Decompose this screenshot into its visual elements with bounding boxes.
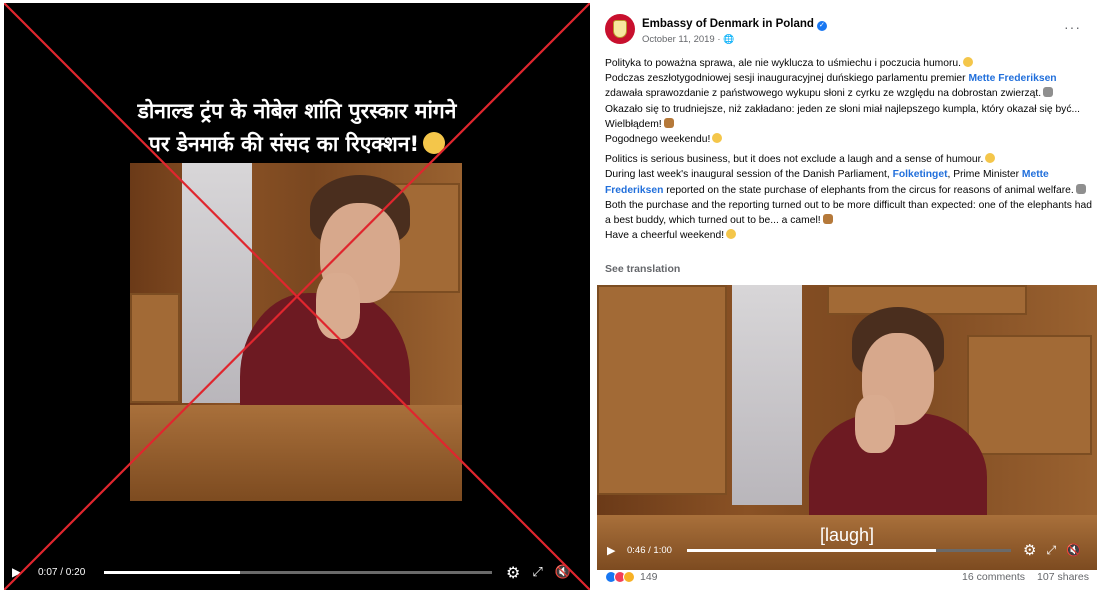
- shares-count[interactable]: 107 shares: [1037, 571, 1089, 583]
- polish-text-2b: zdawała sprawozdanie z państwowego wykup…: [605, 88, 1042, 100]
- volume-muted-icon[interactable]: 🔇: [1066, 543, 1081, 557]
- verified-badge-icon: ✓: [816, 21, 827, 31]
- haha-reaction-icon: [623, 571, 635, 583]
- left-video-panel: डोनाल्ड ट्रंप के नोबेल शांति पुरस्कार मा…: [4, 3, 590, 590]
- reaction-count[interactable]: 149: [640, 571, 658, 583]
- english-text-1: Politics is serious business, but it doe…: [605, 154, 984, 166]
- more-options-icon[interactable]: ···: [1064, 19, 1081, 35]
- fullscreen-icon[interactable]: ⤢: [532, 565, 542, 580]
- camel-icon: [822, 214, 833, 225]
- polish-text-1: Polityka to poważna sprawa, ale nie wykl…: [605, 58, 961, 69]
- crest-icon: [613, 20, 627, 38]
- english-text-2c: reported on the state purchase of elepha…: [663, 184, 1074, 196]
- wood-panel: [967, 335, 1092, 455]
- video-scene: [130, 163, 462, 501]
- speaker-hand: [316, 273, 360, 339]
- polish-text-2a: Podczas zeszłotygodniowej sesji inaugura…: [605, 73, 969, 85]
- english-text-2a: During last week's inaugural session of …: [605, 169, 893, 181]
- english-text-3: Both the purchase and the reporting turn…: [605, 199, 1092, 227]
- play-icon[interactable]: ▶: [607, 544, 621, 557]
- progress-fill: [104, 570, 240, 574]
- english-text-4: Have a cheerful weekend!: [605, 230, 725, 242]
- wood-panel: [827, 285, 1027, 315]
- video-caption: डोनाल्ड ट्रंप के नोबेल शांति पुरस्कार मा…: [4, 95, 590, 161]
- volume-muted-icon[interactable]: 🔇: [555, 565, 571, 580]
- camel-icon: [663, 117, 674, 128]
- video-time: 0:46 / 1:00: [627, 544, 672, 556]
- mette-frederiksen-link[interactable]: Mette Frederiksen: [968, 73, 1056, 84]
- smiley-icon: [963, 57, 973, 67]
- post-header: Embassy of Denmark in Poland ✓ October 11…: [605, 14, 827, 45]
- wood-panel: [130, 293, 180, 403]
- post-footer: 149 16 comments 107 shares: [605, 571, 1089, 583]
- caption-line-2: पर डेनमार्क की संसद का रिएक्शन!: [148, 132, 420, 156]
- elephant-icon: [1043, 87, 1054, 98]
- folketinget-link[interactable]: Folketinget: [893, 169, 948, 180]
- sun-icon: [726, 229, 737, 240]
- settings-gear-icon[interactable]: ⚙: [1023, 541, 1036, 559]
- video-controls: ▶ 0:46 / 1:00 ⚙ ⤢ 🔇: [607, 541, 1089, 559]
- progress-bar[interactable]: [104, 570, 492, 574]
- facebook-post: Embassy of Denmark in Poland ✓ October 11…: [597, 3, 1097, 590]
- page-avatar[interactable]: [605, 14, 635, 44]
- settings-gear-icon[interactable]: ⚙: [506, 563, 520, 582]
- see-translation-link[interactable]: See translation: [605, 263, 680, 275]
- sun-icon: [712, 133, 723, 144]
- speaker-hand: [855, 395, 895, 453]
- globe-icon: 🌐: [723, 34, 735, 44]
- wood-panel: [597, 285, 727, 495]
- polish-text-4: Pogodnego weekendu!: [605, 134, 711, 146]
- mette-link[interactable]: Mette: [1022, 169, 1049, 180]
- comments-count[interactable]: 16 comments: [962, 571, 1025, 583]
- video-controls: ▶ 0:07 / 0:20 ⚙ ⤢ 🔇: [12, 563, 582, 582]
- progress-bar[interactable]: [687, 548, 1011, 552]
- caption-line-1: डोनाल्ड ट्रंप के नोबेल शांति पुरस्कार मा…: [137, 99, 457, 123]
- page-name[interactable]: Embassy of Denmark in Poland: [642, 18, 814, 30]
- play-icon[interactable]: ▶: [12, 565, 30, 579]
- post-text: Polityka to poważna sprawa, ale nie wykl…: [605, 56, 1093, 248]
- podium-desk: [130, 405, 462, 501]
- video-frame[interactable]: [130, 163, 462, 501]
- video-time: 0:07 / 0:20: [38, 566, 86, 578]
- fullscreen-icon[interactable]: ⤢: [1046, 543, 1056, 558]
- smiley-icon: [985, 153, 996, 164]
- post-date[interactable]: October 11, 2019 ·: [642, 34, 723, 45]
- polish-text-3: Okazało się to trudniejsze, niż zakładan…: [605, 103, 1081, 130]
- english-text-2b: , Prime Minister: [947, 169, 1022, 181]
- window-panel: [732, 285, 802, 505]
- elephant-icon: [1075, 183, 1086, 194]
- laughing-face-icon: [423, 132, 446, 154]
- progress-fill: [687, 548, 937, 552]
- frederiksen-link[interactable]: Frederiksen: [605, 185, 663, 196]
